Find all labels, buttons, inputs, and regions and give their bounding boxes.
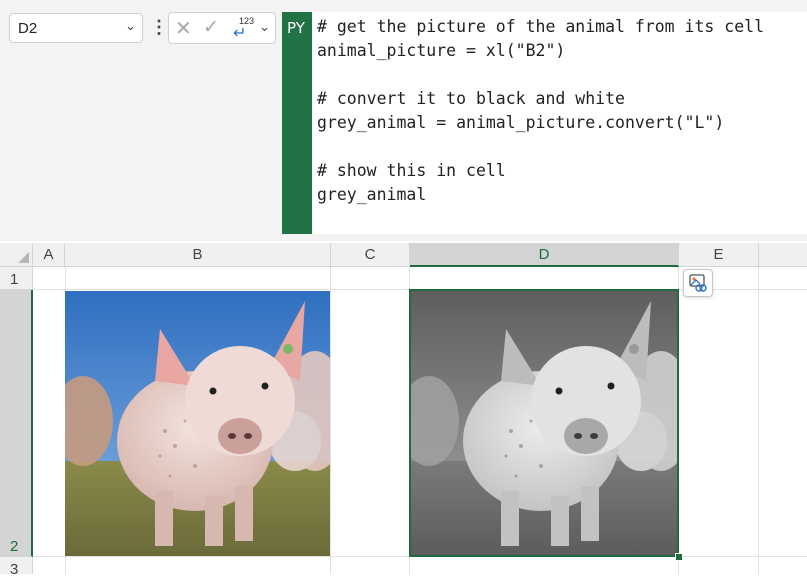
column-header-a[interactable]: A: [33, 243, 65, 267]
enter-check-icon[interactable]: ✓: [203, 16, 219, 39]
more-options-icon[interactable]: ⋮: [150, 12, 168, 42]
code-line: # convert it to black and white: [317, 89, 625, 108]
column-header-b[interactable]: B: [65, 243, 331, 267]
pig-photo-color: [65, 291, 330, 556]
row-number: 1: [10, 271, 19, 288]
column-header-e[interactable]: E: [679, 243, 759, 267]
gridline: [758, 267, 759, 574]
python-code-editor[interactable]: # get the picture of the animal from its…: [312, 12, 807, 234]
row-header-1[interactable]: 1: [0, 267, 33, 290]
cell-b2-pig-image[interactable]: [65, 291, 330, 556]
code-line: grey_animal: [317, 185, 427, 204]
picture-in-cell-icon[interactable]: [683, 269, 713, 297]
fill-handle[interactable]: [675, 553, 683, 561]
column-header-d[interactable]: D: [410, 243, 679, 267]
code-line: # show this in cell: [317, 161, 506, 180]
python-mode-indicator: PY: [282, 12, 312, 234]
chevron-down-icon[interactable]: ⌄: [125, 18, 136, 34]
corner-triangle: [18, 252, 29, 263]
name-box-value: D2: [18, 20, 38, 37]
python-output-icon[interactable]: 123 ↵: [231, 14, 255, 42]
formula-bar-area: D2 ⌄ ⋮ ✕ ✓ 123 ↵ ⌄ PY # get the picture …: [0, 0, 807, 241]
output-arrow-icon: ↵: [233, 25, 247, 42]
code-line: animal_picture = xl("B2"): [317, 41, 566, 60]
column-header-c[interactable]: C: [331, 243, 410, 267]
gridline: [330, 267, 331, 574]
row-header-3[interactable]: 3: [0, 557, 33, 578]
row-number: 3: [10, 561, 19, 578]
python-mode-label: PY: [287, 19, 305, 37]
active-cell-border: [409, 289, 679, 557]
code-line: grey_animal = animal_picture.convert("L"…: [317, 113, 725, 132]
column-header-f[interactable]: [759, 243, 807, 267]
row-number: 2: [10, 538, 19, 555]
name-box[interactable]: D2 ⌄: [9, 13, 143, 43]
formula-buttons: ✕ ✓ 123 ↵ ⌄: [168, 12, 276, 44]
code-line: # get the picture of the animal from its…: [317, 17, 765, 36]
select-all-corner[interactable]: [0, 243, 33, 267]
output-type-dropdown-icon[interactable]: ⌄: [259, 19, 270, 35]
image-link-icon: [689, 274, 707, 292]
cancel-icon[interactable]: ✕: [175, 16, 192, 41]
row-header-2[interactable]: 2: [0, 290, 33, 557]
